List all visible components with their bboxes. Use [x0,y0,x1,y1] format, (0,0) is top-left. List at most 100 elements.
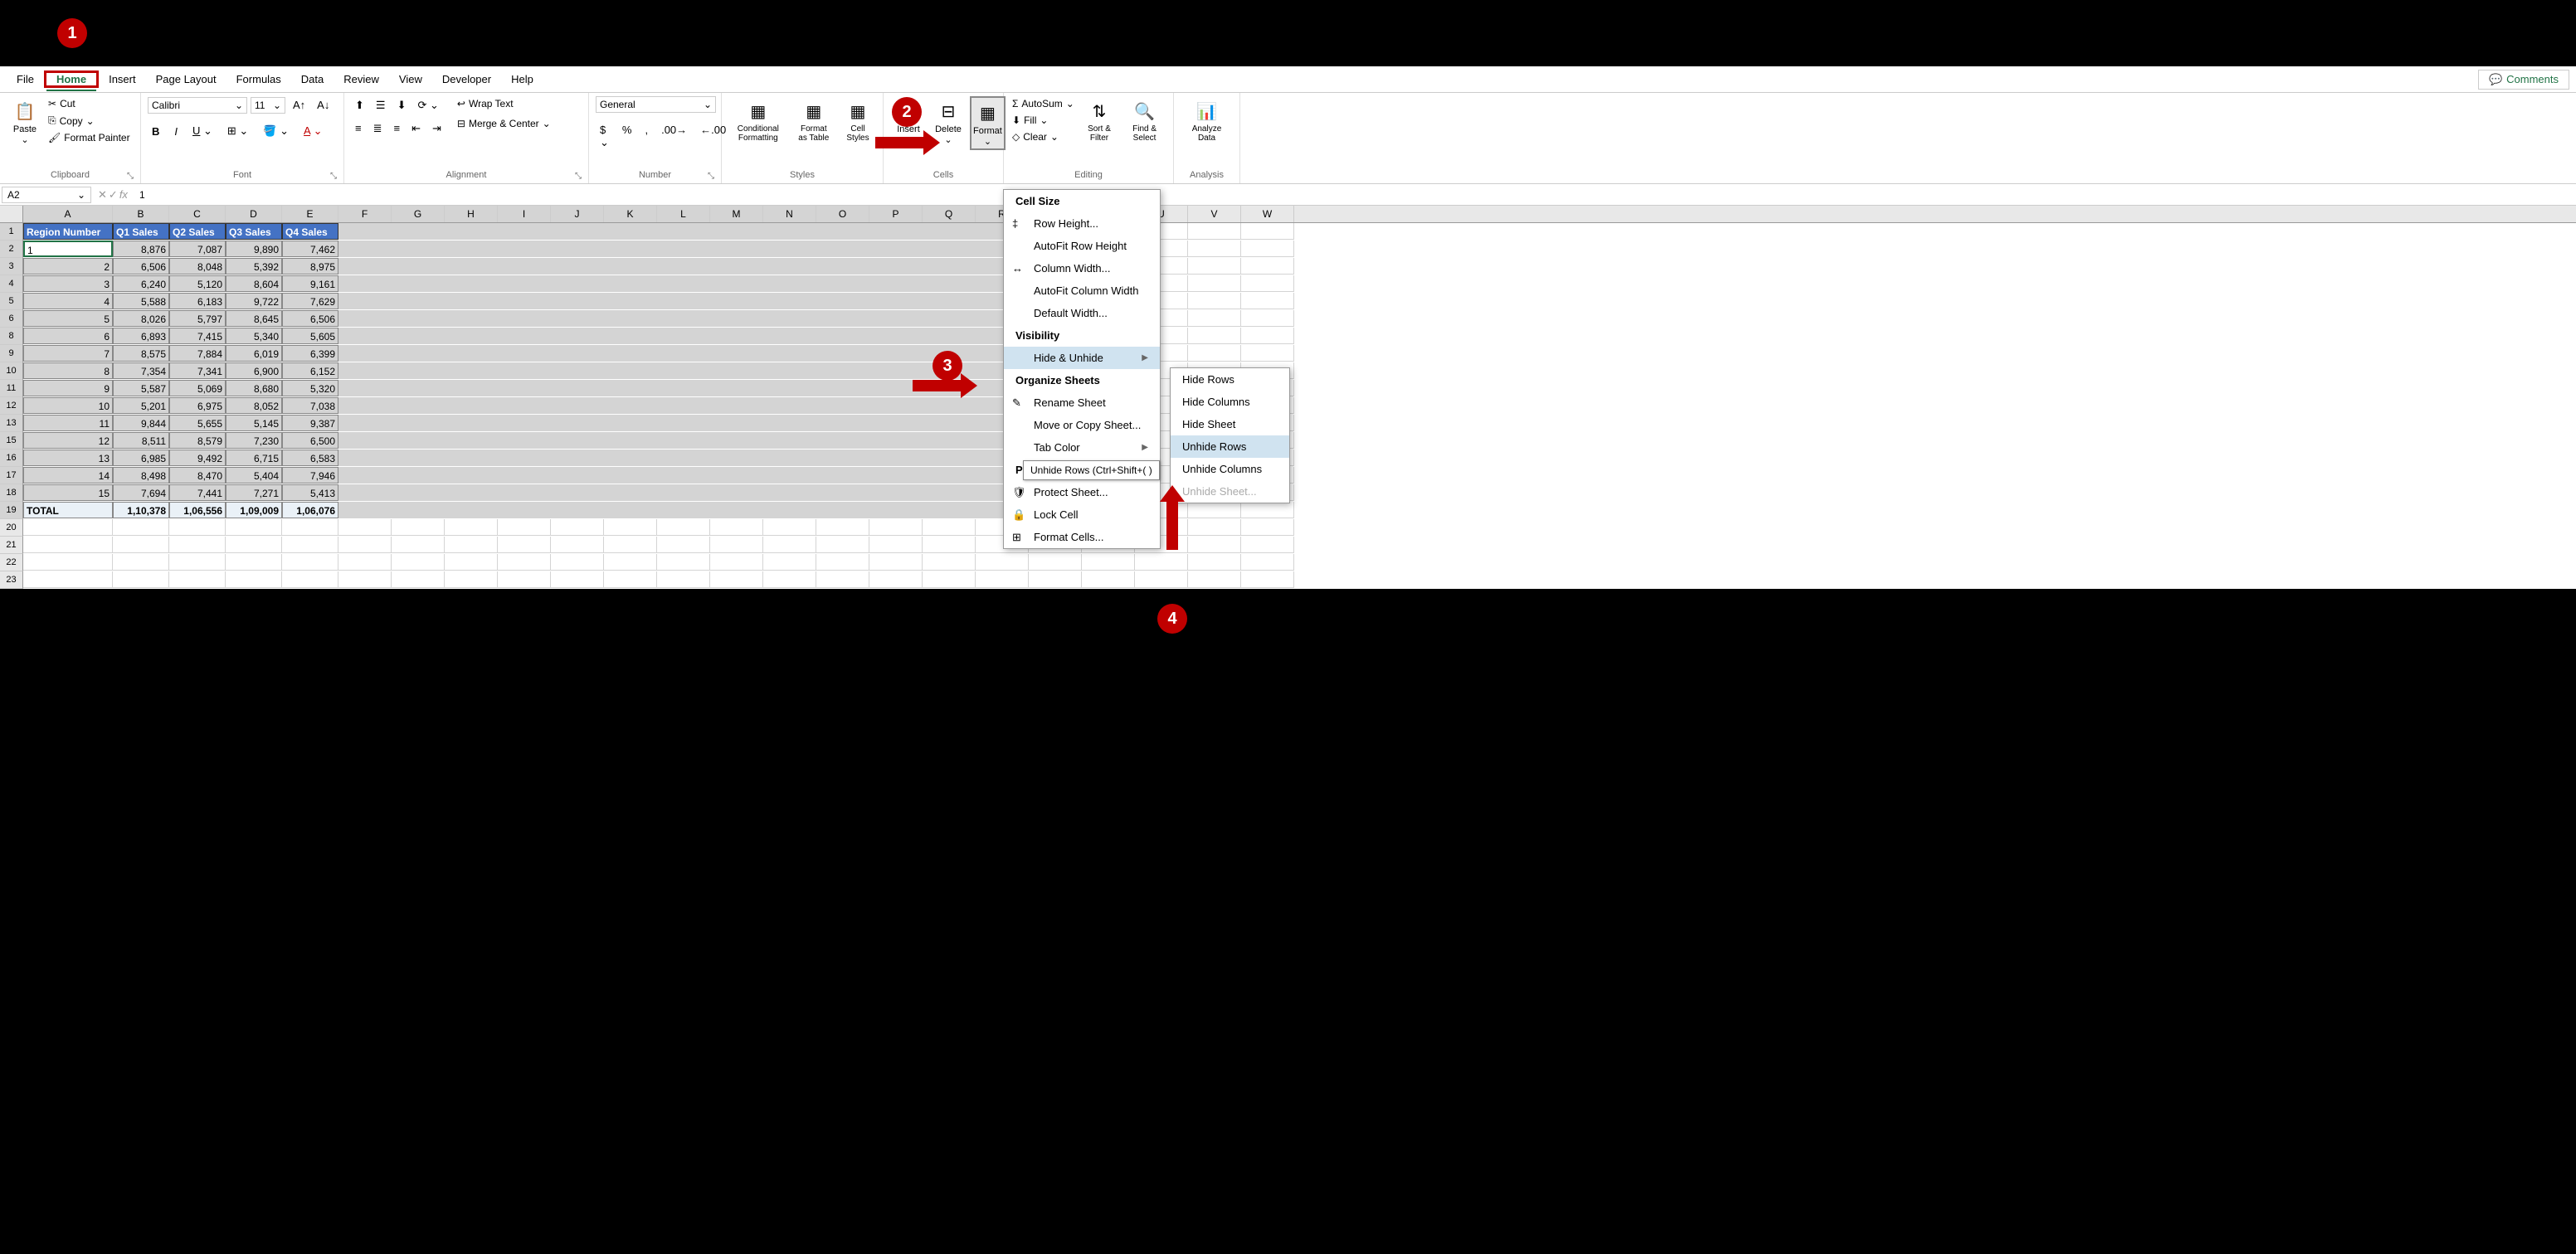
cell[interactable]: 5,120 [169,275,226,292]
cell[interactable] [1241,537,1294,553]
cell[interactable] [816,450,869,466]
number-launcher[interactable]: ⤡ [708,172,714,181]
cell[interactable] [710,293,763,309]
cell[interactable] [1241,275,1294,292]
col-header-J[interactable]: J [551,206,604,222]
tab-page-layout[interactable]: Page Layout [146,69,226,90]
cell[interactable] [657,275,710,292]
menu-rename-sheet[interactable]: ✎Rename Sheet [1004,391,1160,414]
cell[interactable]: 9,161 [282,275,338,292]
copy-button[interactable]: ⎘Copy⌄ [46,113,132,129]
menu-lock-cell[interactable]: 🔒Lock Cell [1004,503,1160,526]
cell[interactable] [604,502,657,518]
cell[interactable]: 6,506 [113,258,169,275]
row-header[interactable]: 21 [0,537,23,554]
cell[interactable]: 5,605 [282,328,338,344]
cell[interactable] [816,293,869,309]
tab-formulas[interactable]: Formulas [226,69,291,90]
worksheet-grid[interactable]: ABCDEFGHIJKLMNOPQRSTUVW 1Region NumberQ1… [0,206,2576,589]
font-name-combo[interactable]: Calibri⌄ [148,97,247,114]
row-header[interactable]: 20 [0,519,23,537]
cell[interactable] [551,380,604,396]
increase-font-icon[interactable]: A↑ [289,96,309,114]
cell[interactable] [604,537,657,553]
cell[interactable] [869,328,923,344]
cell[interactable] [1241,554,1294,571]
cell[interactable] [445,519,498,536]
tab-developer[interactable]: Developer [432,69,501,90]
cell[interactable] [710,362,763,379]
cell[interactable]: 6,893 [113,328,169,344]
cell[interactable] [392,275,445,292]
cell[interactable] [338,537,392,553]
tab-home[interactable]: Home [46,69,96,91]
cell[interactable] [869,450,923,466]
cell[interactable]: 8,470 [169,467,226,484]
cell[interactable]: 8,575 [113,345,169,362]
cell[interactable]: 5,392 [226,258,282,275]
fill-button[interactable]: ⬇Fill⌄ [1010,113,1076,128]
cell[interactable]: 9,722 [226,293,282,309]
analyze-data-button[interactable]: 📊Analyze Data [1181,96,1233,144]
cell[interactable] [1082,554,1135,571]
cell[interactable]: 2 [23,258,113,275]
cell[interactable]: Q2 Sales [169,223,226,240]
cell[interactable] [763,502,816,518]
cell[interactable]: 9,890 [226,241,282,257]
row-header[interactable]: 6 [0,310,23,328]
cell[interactable] [338,241,392,257]
cell[interactable] [551,397,604,414]
cell[interactable]: 7,415 [169,328,226,344]
cell[interactable]: 6,240 [113,275,169,292]
cell[interactable]: 7,441 [169,484,226,501]
cell[interactable] [1029,554,1082,571]
col-header-W[interactable]: W [1241,206,1294,222]
cell[interactable] [392,241,445,257]
cell[interactable] [1241,223,1294,240]
cell[interactable] [763,415,816,431]
cell[interactable]: 7,354 [113,362,169,379]
cell[interactable]: 8 [23,362,113,379]
cell[interactable]: 9,387 [282,415,338,431]
cell[interactable] [392,484,445,501]
cell[interactable] [282,519,338,536]
cell[interactable] [604,554,657,571]
cell[interactable] [226,519,282,536]
menu-autofit-col[interactable]: AutoFit Column Width [1004,279,1160,302]
cell[interactable]: 8,511 [113,432,169,449]
cell[interactable] [1241,241,1294,257]
cell[interactable] [657,537,710,553]
cell[interactable] [445,397,498,414]
cell[interactable] [113,537,169,553]
submenu-unhide-rows[interactable]: Unhide Rows [1171,435,1289,458]
cell[interactable]: 3 [23,275,113,292]
cell[interactable] [869,223,923,240]
cell[interactable]: 8,052 [226,397,282,414]
sort-filter-button[interactable]: ⇅Sort & Filter [1079,96,1119,144]
cell[interactable] [1241,345,1294,362]
decrease-font-icon[interactable]: A↓ [313,96,334,114]
cell[interactable] [869,275,923,292]
cell[interactable] [282,537,338,553]
row-header[interactable]: 2 [0,241,23,258]
cell[interactable] [392,397,445,414]
cell[interactable] [763,397,816,414]
autosum-button[interactable]: ΣAutoSum⌄ [1010,96,1076,111]
cell[interactable] [976,571,1029,588]
cell[interactable] [1241,258,1294,275]
cell[interactable] [657,467,710,484]
cell[interactable] [710,502,763,518]
increase-indent-icon[interactable]: ⇥ [428,119,446,138]
row-header[interactable]: 23 [0,571,23,589]
cell[interactable] [392,467,445,484]
cell[interactable] [710,467,763,484]
cell[interactable]: Region Number [23,223,113,240]
cell[interactable] [869,241,923,257]
cell[interactable] [657,310,710,327]
cell[interactable] [816,571,869,588]
menu-hide-unhide[interactable]: Hide & Unhide▶ [1004,347,1160,369]
cell[interactable] [604,450,657,466]
col-header-L[interactable]: L [657,206,710,222]
cell[interactable] [923,467,976,484]
cell[interactable] [1188,554,1241,571]
